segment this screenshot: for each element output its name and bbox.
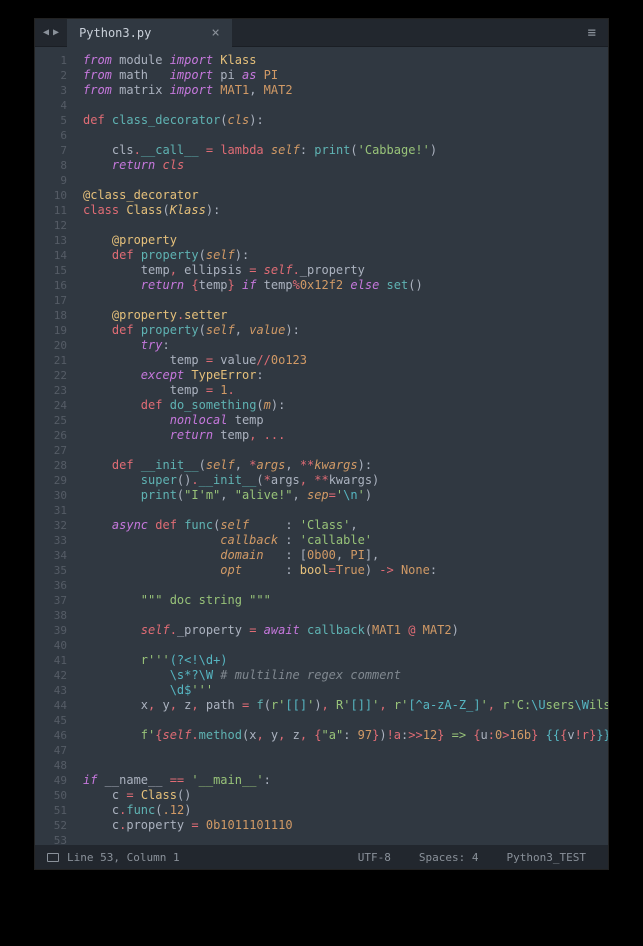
code-area[interactable]: 1234567891011121314151617181920212223242… xyxy=(35,47,608,845)
menu-icon[interactable]: ≡ xyxy=(576,25,608,41)
status-bar: Line 53, Column 1 UTF-8 Spaces: 4 Python… xyxy=(35,845,608,869)
tab-filename: Python3.py xyxy=(79,26,151,40)
close-icon[interactable]: × xyxy=(211,25,219,41)
tab-bar: ◀ ▶ Python3.py × ≡ xyxy=(35,19,608,47)
status-syntax[interactable]: Python3_TEST xyxy=(497,851,596,864)
code-content[interactable]: from module import Klassfrom math import… xyxy=(75,47,608,845)
line-gutter: 1234567891011121314151617181920212223242… xyxy=(35,47,75,845)
status-indent[interactable]: Spaces: 4 xyxy=(409,851,489,864)
nav-forward-icon[interactable]: ▶ xyxy=(53,27,59,38)
editor-window: ◀ ▶ Python3.py × ≡ 123456789101112131415… xyxy=(34,18,609,870)
status-position[interactable]: Line 53, Column 1 xyxy=(67,851,180,864)
status-encoding[interactable]: UTF-8 xyxy=(348,851,401,864)
nav-back-icon[interactable]: ◀ xyxy=(43,27,49,38)
nav-arrows: ◀ ▶ xyxy=(35,27,67,38)
tab-active[interactable]: Python3.py × xyxy=(67,19,232,47)
panel-icon[interactable] xyxy=(47,853,59,862)
